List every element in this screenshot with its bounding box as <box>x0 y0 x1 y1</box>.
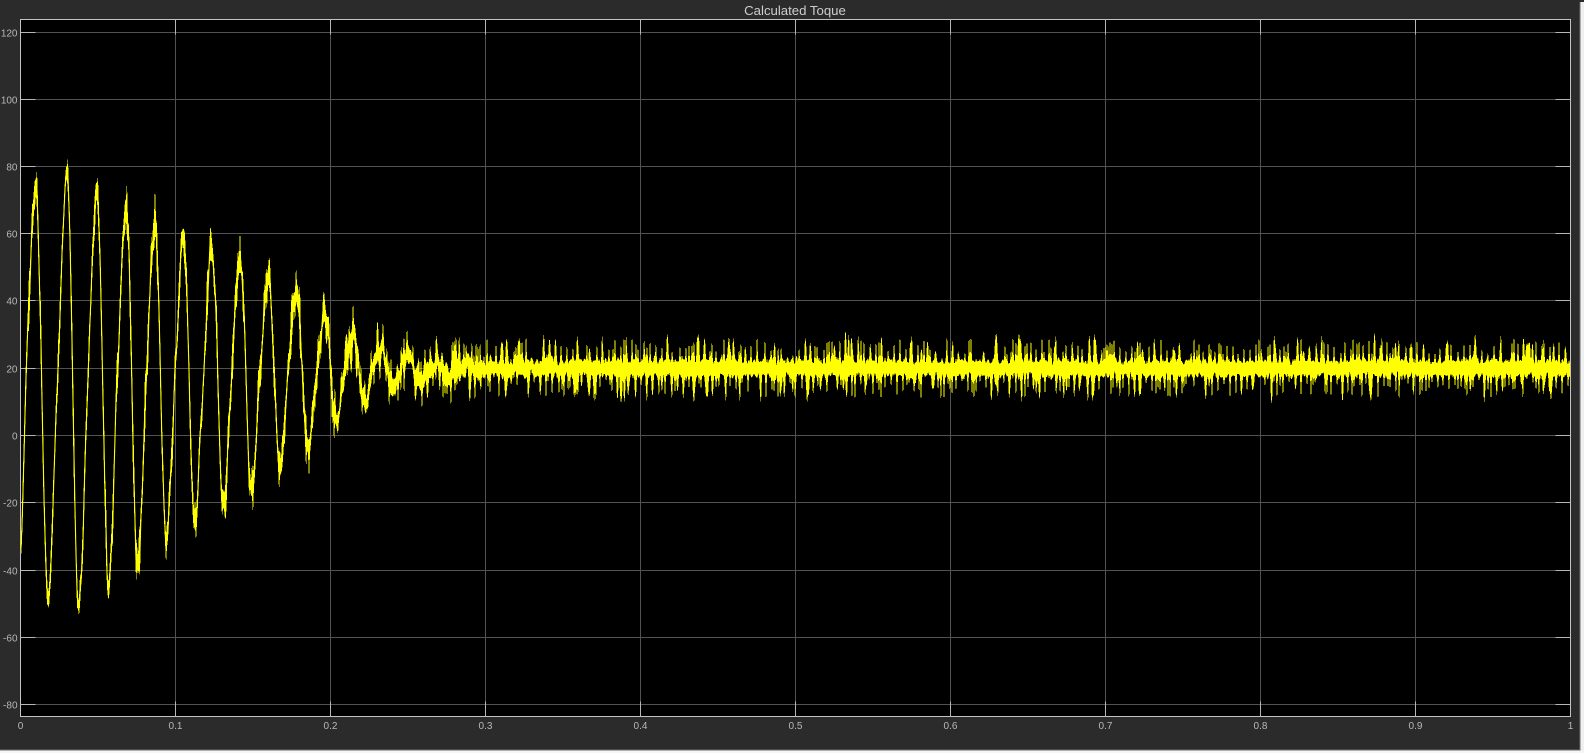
svg-text:0.6: 0.6 <box>944 721 958 732</box>
svg-text:40: 40 <box>6 297 18 308</box>
svg-text:Calculated Toque: Calculated Toque <box>744 3 846 18</box>
svg-text:0.5: 0.5 <box>789 721 803 732</box>
svg-text:20: 20 <box>6 365 18 376</box>
svg-text:0: 0 <box>18 721 24 732</box>
svg-text:120: 120 <box>1 29 18 40</box>
svg-text:0.8: 0.8 <box>1254 721 1268 732</box>
svg-text:0.4: 0.4 <box>634 721 648 732</box>
svg-text:0.9: 0.9 <box>1409 721 1423 732</box>
svg-text:100: 100 <box>1 96 18 107</box>
svg-text:0.1: 0.1 <box>169 721 183 732</box>
svg-text:1: 1 <box>1568 721 1574 732</box>
svg-text:0.2: 0.2 <box>324 721 338 732</box>
svg-text:80: 80 <box>6 163 18 174</box>
svg-text:0: 0 <box>12 432 18 443</box>
svg-text:0.3: 0.3 <box>479 721 493 732</box>
svg-text:-60: -60 <box>3 634 18 645</box>
svg-text:-20: -20 <box>3 499 18 510</box>
svg-text:-40: -40 <box>3 567 18 578</box>
svg-text:60: 60 <box>6 230 18 241</box>
svg-text:-80: -80 <box>3 701 18 712</box>
svg-text:0.7: 0.7 <box>1099 721 1113 732</box>
